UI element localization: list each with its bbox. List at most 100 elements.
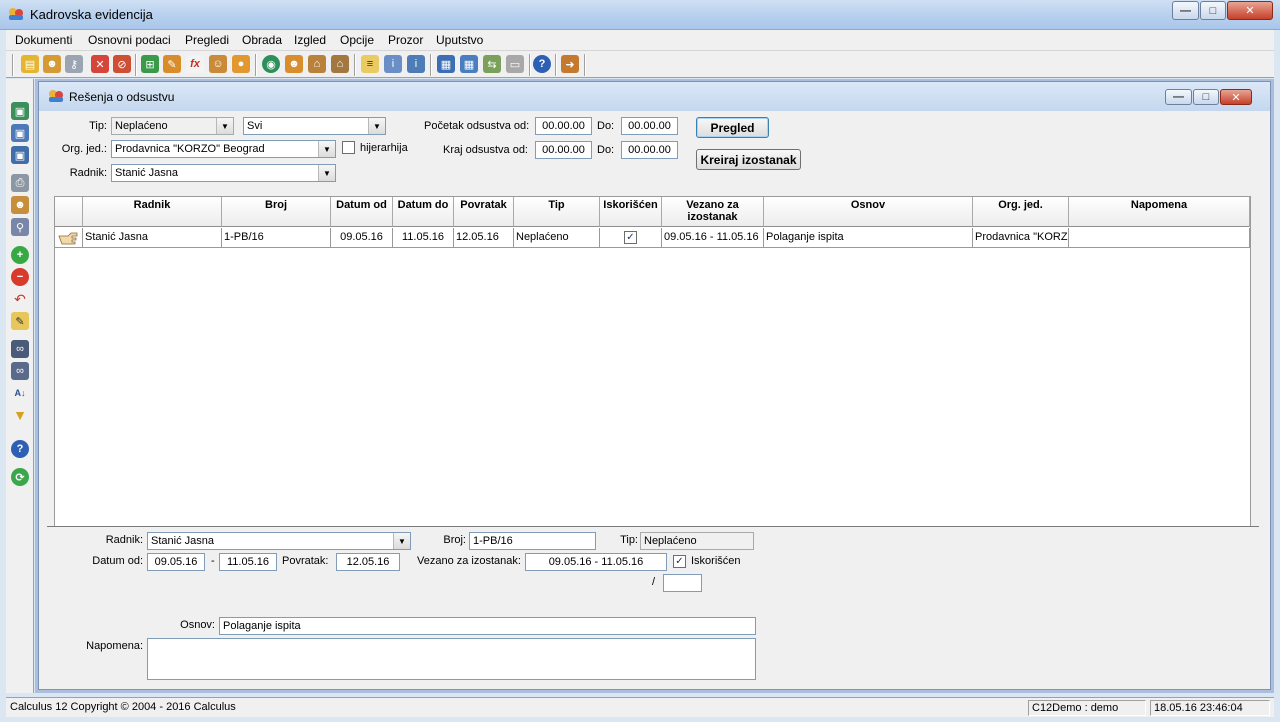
folder-open-icon[interactable]: ▤ [21,55,39,73]
chevron-down-icon[interactable]: ▼ [318,165,335,181]
menu-pregledi[interactable]: Pregledi [185,33,229,47]
people-search-icon[interactable]: ⚲ [11,218,29,236]
detail-datum-od-input[interactable]: 09.05.16 [147,553,205,571]
app-minimize-button[interactable]: — [1172,1,1199,20]
users-globe-icon[interactable]: ☻ [285,55,303,73]
kreiraj-izostanak-button[interactable]: Kreiraj izostanak [696,149,801,170]
report-info-icon[interactable]: i [384,55,402,73]
hijerarhija-checkbox[interactable] [342,141,355,154]
column-header-datum-do[interactable]: Datum do [393,197,454,227]
remove-icon[interactable]: − [11,268,29,286]
person-icon[interactable]: ● [232,55,250,73]
save-as-icon[interactable]: ▣ [11,124,29,142]
people-print-icon[interactable]: ☻ [11,196,29,214]
house-icon[interactable]: ⌂ [308,55,326,73]
detail-povratak-input[interactable]: 12.05.16 [336,553,400,571]
menu-uputstvo[interactable]: Uputstvo [436,33,483,47]
detail-napomena-textarea[interactable] [147,638,756,680]
app-maximize-button[interactable]: □ [1200,1,1226,20]
org-filter-select[interactable]: Prodavnica "KORZO" Beograd ▼ [111,140,336,158]
radnik-filter-select[interactable]: Stanić Jasna ▼ [111,164,336,182]
undo-icon[interactable]: ↶ [11,290,29,308]
tip-filter-select[interactable]: Neplaćeno ▼ [111,117,234,135]
detail-datum-do-input[interactable]: 11.05.16 [219,553,277,571]
app-titlebar: Kadrovska evidencija — □ ✕ [0,0,1280,30]
child-maximize-button[interactable]: □ [1193,89,1219,105]
menu-prozor[interactable]: Prozor [388,33,423,47]
toolbar-separator [354,54,355,76]
menu-opcije[interactable]: Opcije [340,33,374,47]
column-header-datum-od[interactable]: Datum od [331,197,393,227]
calendar-icon[interactable]: ▦ [437,55,455,73]
detail-osnov-input[interactable]: Polaganje ispita [219,617,756,635]
detail-radnik-select[interactable]: Stanić Jasna ▼ [147,532,411,550]
app-close-button[interactable]: ✕ [1227,1,1273,20]
kraj-od-input[interactable]: 00.00.00 [535,141,592,159]
users-icon[interactable]: ☻ [43,55,61,73]
house-alt-icon[interactable]: ⌂ [331,55,349,73]
detail-slash-input[interactable] [663,574,702,592]
column-header-vezano[interactable]: Vezano za izostanak [662,197,764,227]
screen-icon[interactable]: ▭ [506,55,524,73]
kraj-do-input[interactable]: 00.00.00 [621,141,678,159]
edit-icon[interactable]: ✎ [11,312,29,330]
detail-broj-input[interactable]: 1-PB/16 [469,532,596,550]
binoculars-icon[interactable]: ∞ [11,340,29,358]
detail-vezano-input[interactable]: 09.05.16 - 11.05.16 [525,553,667,571]
column-header-broj[interactable]: Broj [222,197,331,227]
filter-icon[interactable]: ▼ [11,406,29,424]
exit-icon[interactable]: ➜ [561,55,579,73]
help-icon[interactable]: ? [11,440,29,458]
tip2-filter-select[interactable]: Svi ▼ [243,117,386,135]
save-icon[interactable]: ▣ [11,102,29,120]
table-icon[interactable]: ▦ [460,55,478,73]
column-header-napomena[interactable]: Napomena [1069,197,1250,227]
chevron-down-icon[interactable]: ▼ [318,141,335,157]
menu-dokumenti[interactable]: Dokumenti [15,33,72,47]
pocetak-label: Početak odsustva od: [424,120,530,132]
export-icon[interactable]: ⇆ [483,55,501,73]
help-icon[interactable]: ? [533,55,551,73]
chevron-down-icon[interactable]: ▼ [393,533,410,549]
column-header-osnov[interactable]: Osnov [764,197,973,227]
iskoriscen-cell-checkbox[interactable]: ✓ [624,231,637,244]
child-close-button[interactable]: ✕ [1220,89,1252,105]
chevron-down-icon[interactable]: ▼ [216,118,233,134]
column-header-iskoriscen[interactable]: Iskorišćen [600,197,662,227]
kraj-do-label: Do: [597,144,615,156]
column-header-povratak[interactable]: Povratak [454,197,514,227]
menu-izgled[interactable]: Izgled [294,33,326,47]
add-icon[interactable]: + [11,246,29,264]
report-icon[interactable]: ≡ [361,55,379,73]
org-chart-icon[interactable]: ⊞ [141,55,159,73]
pocetak-do-input[interactable]: 00.00.00 [621,117,678,135]
chevron-down-icon[interactable]: ▼ [368,118,385,134]
detail-tip-input[interactable]: Neplaćeno [640,532,754,550]
pregled-button[interactable]: Pregled [696,117,769,138]
pocetak-od-input[interactable]: 00.00.00 [535,117,592,135]
column-header-radnik[interactable]: Radnik [83,197,222,227]
globe-icon[interactable]: ◉ [262,55,280,73]
column-header-tip[interactable]: Tip [514,197,600,227]
child-minimize-button[interactable]: — [1165,89,1192,105]
formula-icon[interactable]: fx [186,55,204,73]
person-task-icon[interactable]: ✎ [163,55,181,73]
menu-osnovni-podaci[interactable]: Osnovni podaci [88,33,171,47]
org-person-icon[interactable]: ☺ [209,55,227,73]
detail-tip-label: Tip: [620,534,638,546]
menu-obrada[interactable]: Obrada [242,33,282,47]
save-all-icon[interactable]: ▣ [11,146,29,164]
binoculars-next-icon[interactable]: ∞ [11,362,29,380]
detail-osnov-label: Osnov: [180,619,215,631]
tip2-filter-value: Svi [247,120,263,132]
refresh-icon[interactable]: ⟳ [11,468,29,486]
info-list-icon[interactable]: i [407,55,425,73]
column-header-org[interactable]: Org. jed. [973,197,1069,227]
detail-iskoriscen-checkbox[interactable]: ✓ [673,555,686,568]
delete-doc-icon[interactable]: ✕ [91,55,109,73]
key-icon[interactable]: ⚷ [65,55,83,73]
delete-users-icon[interactable]: ⊘ [113,55,131,73]
splitter[interactable] [47,526,1259,527]
sort-az-icon[interactable]: A↓ [11,384,29,402]
print-icon[interactable]: ⎙ [11,174,29,192]
